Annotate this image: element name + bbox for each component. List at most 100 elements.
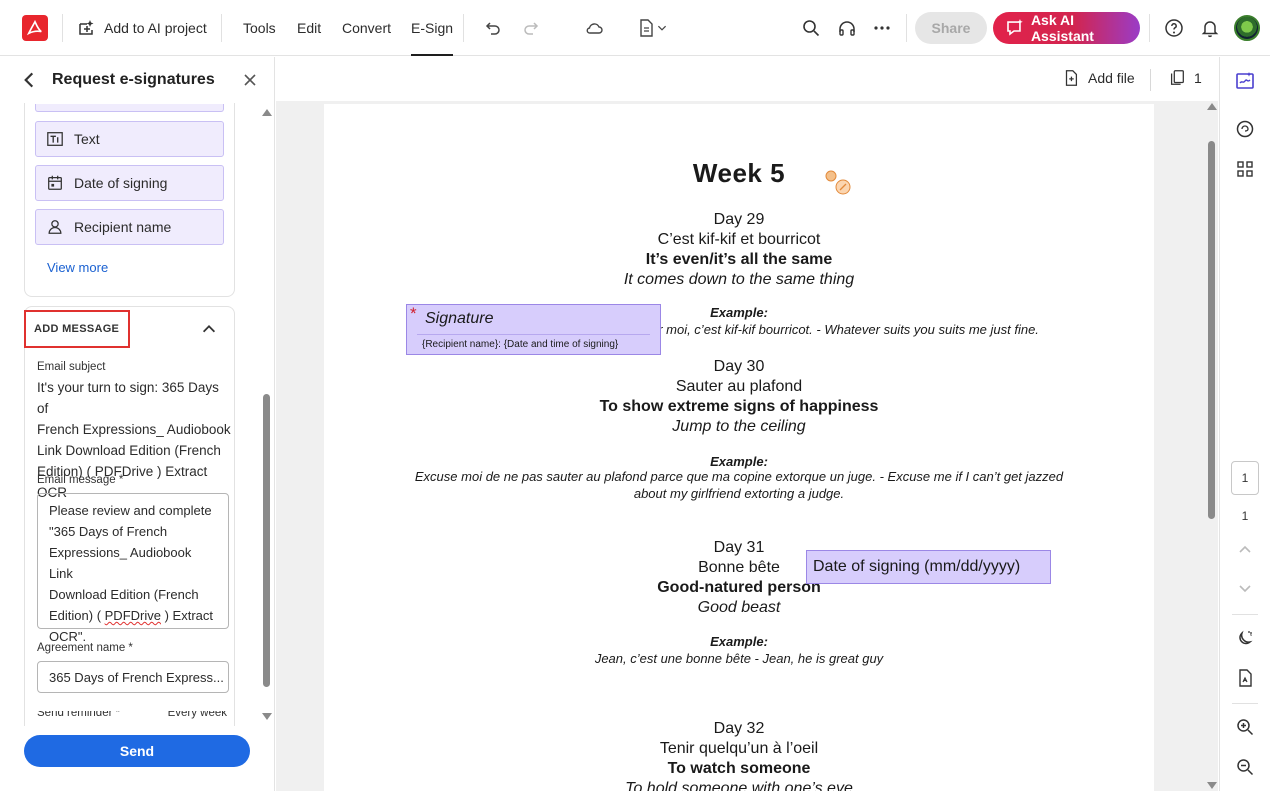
current-page-indicator[interactable]: 1 xyxy=(1231,461,1259,495)
date-of-signing-field-button[interactable]: Date of signing xyxy=(35,165,224,201)
panel-scrollbar[interactable] xyxy=(259,107,273,722)
add-file-label: Add file xyxy=(1088,70,1135,86)
send-reminder-label: Send reminder * xyxy=(37,711,121,719)
file-menu-button[interactable] xyxy=(630,14,674,42)
headphones-icon[interactable] xyxy=(833,14,861,42)
day-number: Day 32 xyxy=(713,720,765,737)
example-text: Excuse moi de ne pas sauter au plafond p… xyxy=(414,469,1064,484)
agreement-name-input[interactable]: 365 Days of French Express... xyxy=(37,661,229,693)
view-more-link[interactable]: View more xyxy=(47,260,108,275)
page-count-value: 1 xyxy=(1194,70,1202,86)
rail-divider xyxy=(1232,703,1258,704)
help-icon[interactable] xyxy=(1160,14,1188,42)
add-to-ai-project-label: Add to AI project xyxy=(104,20,207,36)
user-avatar[interactable] xyxy=(1234,15,1260,41)
panel-header: Request e-signatures xyxy=(0,57,275,103)
send-reminder-value: Every week xyxy=(167,711,227,719)
add-message-header[interactable]: ADD MESSAGE xyxy=(24,310,130,348)
toolbar-divider xyxy=(221,14,222,42)
example-label: Example: xyxy=(710,454,768,469)
page-heading: Week 5 xyxy=(692,158,786,188)
tab-convert[interactable]: Convert xyxy=(342,0,391,56)
recipient-name-label: Recipient name xyxy=(74,219,172,235)
day-number: Day 30 xyxy=(713,358,765,375)
scroll-down-arrow-icon[interactable] xyxy=(1207,782,1217,789)
apps-grid-icon[interactable] xyxy=(1233,157,1257,181)
add-to-ai-project-button[interactable]: Add to AI project xyxy=(76,0,207,56)
french-expression: C’est kif-kif et bourricot xyxy=(657,231,821,248)
notifications-bell-icon[interactable] xyxy=(1196,14,1224,42)
email-subject-line: Link Download Edition (French xyxy=(37,443,221,458)
literal-translation: Jump to the ceiling xyxy=(672,418,806,435)
tab-esign[interactable]: E-Sign xyxy=(411,0,454,56)
document-toolbar: Add file 1 xyxy=(276,57,1218,101)
french-expression: Sauter au plafond xyxy=(675,378,803,395)
ai-project-icon xyxy=(79,20,94,35)
pdf-page: Week 5 Day 29 C’est kif-kif et bourricot… xyxy=(324,104,1154,791)
acrobat-logo-icon[interactable] xyxy=(22,15,48,41)
scroll-down-arrow-icon[interactable] xyxy=(262,713,272,720)
toolbar-divider xyxy=(62,14,63,42)
esign-tool-icon[interactable] xyxy=(1233,69,1257,93)
redo-icon[interactable] xyxy=(518,14,546,42)
cloud-icon[interactable] xyxy=(580,14,608,42)
signature-field-label: Signature xyxy=(425,310,494,327)
example-label: Example: xyxy=(710,634,768,649)
add-file-icon xyxy=(1065,70,1078,86)
example-text: Jean, c’est une bonne bête - Jean, he is… xyxy=(594,651,884,666)
document-icon xyxy=(640,19,653,37)
chevron-up-icon[interactable] xyxy=(200,320,218,338)
send-reminder-row[interactable]: Send reminder * Every week xyxy=(37,711,227,721)
undo-icon[interactable] xyxy=(478,14,506,42)
document-scroll-thumb[interactable] xyxy=(1208,141,1215,519)
add-file-button[interactable]: Add file xyxy=(1062,69,1135,87)
tab-tools[interactable]: Tools xyxy=(243,0,276,56)
panel-scroll-thumb[interactable] xyxy=(263,394,270,687)
zoom-out-icon[interactable] xyxy=(1233,755,1257,779)
toolbar-divider xyxy=(906,14,907,42)
email-message-line: "365 Days of French xyxy=(49,524,168,539)
next-page-chevron-icon[interactable] xyxy=(1233,577,1257,601)
literal-translation: It comes down to the same thing xyxy=(623,271,855,288)
ask-ai-assistant-button[interactable]: Ask AI Assistant xyxy=(993,12,1140,44)
date-of-signing-label: Date of signing xyxy=(74,175,168,191)
more-options-icon[interactable] xyxy=(868,14,896,42)
request-esignatures-panel: Request e-signatures Text Date of signin… xyxy=(0,57,275,791)
email-message-line: Please review and complete xyxy=(49,503,212,518)
spellcheck-word: PDFDrive xyxy=(104,608,161,623)
previous-page-chevron-icon[interactable] xyxy=(1233,537,1257,561)
field-button-partial[interactable] xyxy=(35,104,224,112)
document-scrollbar[interactable] xyxy=(1205,101,1218,791)
right-tool-rail: 1 1 xyxy=(1219,57,1270,791)
document-properties-icon[interactable] xyxy=(1233,666,1257,690)
pages-icon xyxy=(1170,70,1184,85)
ai-assistant-icon xyxy=(1007,19,1023,36)
back-arrow-icon[interactable] xyxy=(18,69,40,91)
email-message-line: Edition) ( PDFDrive ) Extract xyxy=(49,608,213,623)
day-number: Day 29 xyxy=(713,211,765,228)
tab-edit[interactable]: Edit xyxy=(297,0,321,56)
email-subject-label: Email subject xyxy=(37,361,106,373)
email-message-field[interactable]: Please review and complete "365 Days of … xyxy=(37,493,229,644)
literal-translation: Good beast xyxy=(697,599,781,616)
panel-title: Request e-signatures xyxy=(52,71,215,88)
share-button[interactable]: Share xyxy=(915,12,987,44)
text-field-button[interactable]: Text xyxy=(35,121,224,157)
email-subject-line: French Expressions_ Audiobook xyxy=(37,422,231,437)
chevron-down-icon xyxy=(657,25,667,31)
close-icon[interactable] xyxy=(240,70,260,90)
scroll-up-arrow-icon[interactable] xyxy=(1207,103,1217,110)
search-icon[interactable] xyxy=(797,14,825,42)
english-meaning: It’s even/it’s all the same xyxy=(645,251,833,268)
page-count-button[interactable]: 1 xyxy=(1168,69,1202,87)
recipient-name-field-button[interactable]: Recipient name xyxy=(35,209,224,245)
ask-ai-label: Ask AI Assistant xyxy=(1030,12,1094,44)
toolbar-divider xyxy=(463,14,464,42)
signature-field[interactable]: * Signature {Recipient name}: {Date and … xyxy=(406,304,661,355)
night-mode-icon[interactable] xyxy=(1233,627,1257,651)
date-of-signing-field[interactable]: Date of signing (mm/dd/yyyy) xyxy=(806,550,1051,584)
send-button[interactable]: Send xyxy=(24,735,250,767)
comment-icon[interactable] xyxy=(1233,117,1257,141)
scroll-up-arrow-icon[interactable] xyxy=(262,109,272,116)
zoom-in-icon[interactable] xyxy=(1233,715,1257,739)
